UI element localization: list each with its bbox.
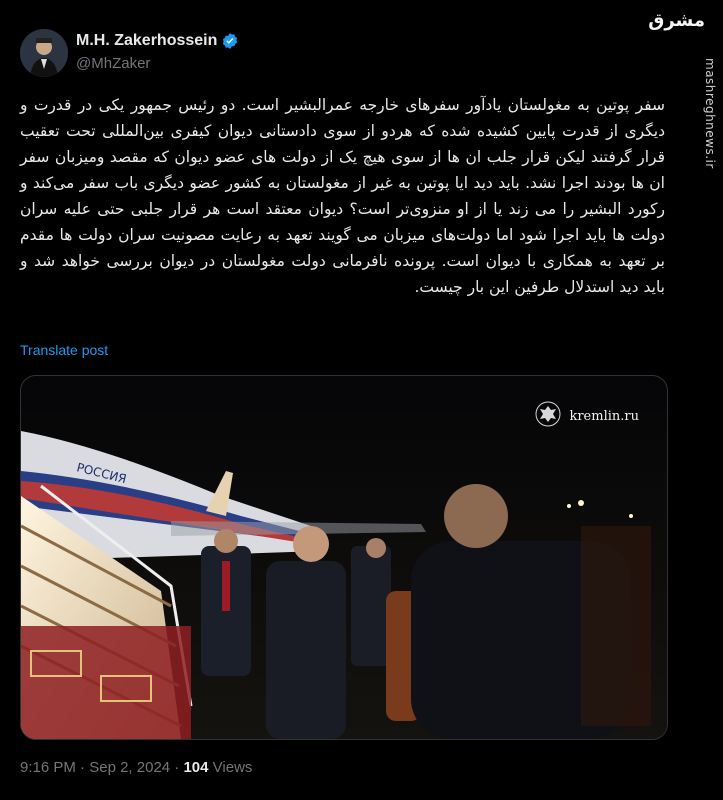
media-watermark-text: kremlin.ru (569, 408, 639, 424)
author-name-row[interactable]: M.H. Zakerhossein (76, 31, 239, 51)
avatar-image (20, 29, 68, 77)
avatar[interactable] (20, 29, 68, 77)
views-count: 104 (183, 759, 209, 776)
tweet: M.H. Zakerhossein @MhZaker مشرق mashregh… (0, 0, 723, 800)
post-meta: 9:16 PM · Sep 2, 2024 · 104 Views (20, 758, 252, 778)
red-carpet (21, 626, 191, 739)
post-media-photo[interactable]: РОССИЯ kremlin.ru (20, 375, 668, 740)
views-label: Views (212, 759, 253, 776)
meta-separator: · (80, 759, 86, 776)
meta-separator: · (174, 759, 180, 776)
author-display-name[interactable]: M.H. Zakerhossein (76, 31, 217, 51)
translate-post-link[interactable]: Translate post (20, 342, 108, 358)
verified-badge-icon[interactable] (221, 32, 239, 50)
double-headed-eagle-icon (535, 401, 561, 431)
post-text: سفر پوتین به مغولستان یادآور سفرهای خارج… (20, 96, 665, 296)
figure-center (266, 561, 346, 739)
site-watermark-logo: مشرق (648, 10, 705, 31)
media-watermark: kremlin.ru (535, 401, 639, 431)
author-block: M.H. Zakerhossein @MhZaker (76, 31, 239, 74)
post-date[interactable]: Sep 2, 2024 (89, 759, 170, 776)
site-watermark: مشرق mashreghnews.ir (648, 0, 723, 800)
site-watermark-url: mashreghnews.ir (703, 58, 717, 169)
author-handle[interactable]: @MhZaker (76, 54, 239, 74)
post-time[interactable]: 9:16 PM (20, 759, 76, 776)
